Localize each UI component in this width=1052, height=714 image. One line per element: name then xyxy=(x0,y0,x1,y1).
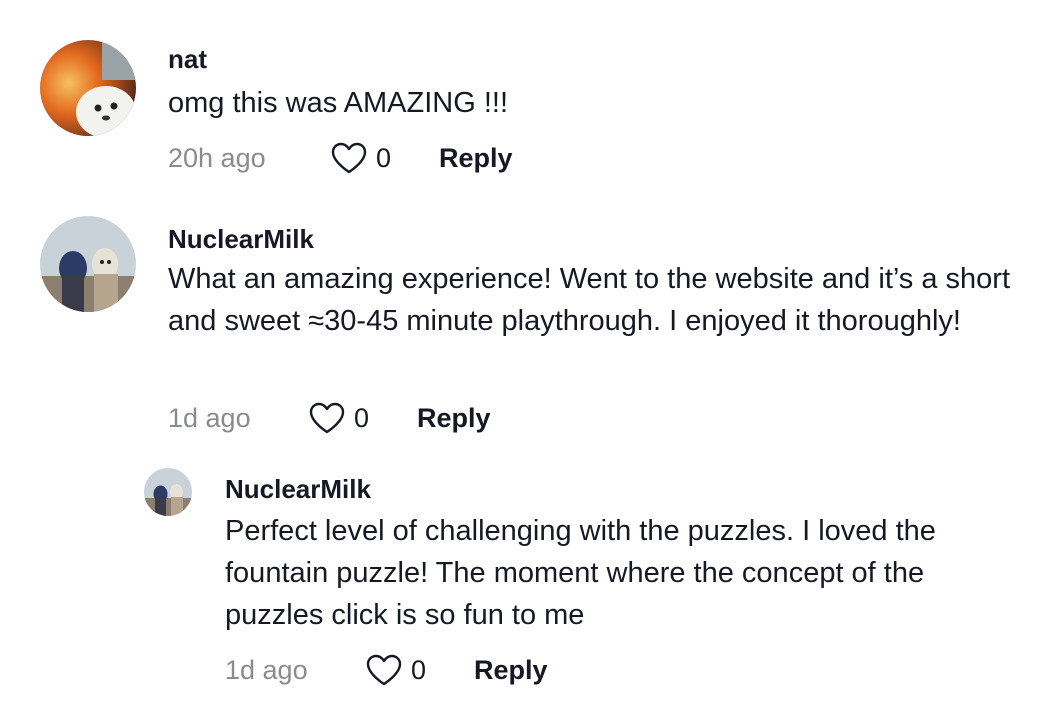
avatar[interactable] xyxy=(40,216,136,312)
username[interactable]: NuclearMilk xyxy=(168,224,314,255)
heart-outline-icon xyxy=(331,142,367,174)
comment: NuclearMilk What an amazing experience! … xyxy=(0,190,1052,450)
reply-button[interactable]: Reply xyxy=(417,403,491,434)
comment: nat omg this was AMAZING !!! 20h ago 0 R… xyxy=(0,0,1052,190)
heart-outline-icon xyxy=(366,654,402,686)
comment-meta: 1d ago 0 Reply xyxy=(225,650,548,690)
reply-button[interactable]: Reply xyxy=(439,143,513,174)
avatar-image xyxy=(40,216,136,312)
reply-button[interactable]: Reply xyxy=(474,655,548,686)
avatar[interactable] xyxy=(40,40,136,136)
reply-comment: NuclearMilk Perfect level of challenging… xyxy=(0,450,1052,714)
like-button[interactable]: 0 xyxy=(365,653,426,687)
comment-meta: 1d ago 0 Reply xyxy=(168,398,491,438)
like-count: 0 xyxy=(354,402,370,433)
timestamp: 1d ago xyxy=(168,402,251,433)
comment-text: What an amazing experience! Went to the … xyxy=(168,263,1011,337)
avatar-image xyxy=(40,40,136,136)
avatar[interactable] xyxy=(144,468,192,516)
timestamp: 20h ago xyxy=(168,142,266,173)
comment-text: Perfect level of challenging with the pu… xyxy=(225,515,936,631)
timestamp: 1d ago xyxy=(225,654,308,685)
avatar-image xyxy=(144,468,192,516)
like-button[interactable]: 0 xyxy=(308,401,369,435)
comment-text: omg this was AMAZING !!! xyxy=(168,87,509,119)
username[interactable]: NuclearMilk xyxy=(225,474,371,505)
username[interactable]: nat xyxy=(168,44,207,75)
like-button[interactable]: 0 xyxy=(330,141,391,175)
heart-outline-icon xyxy=(309,402,345,434)
like-count: 0 xyxy=(411,654,427,685)
like-count: 0 xyxy=(376,142,392,173)
comment-meta: 20h ago 0 Reply xyxy=(168,138,513,178)
